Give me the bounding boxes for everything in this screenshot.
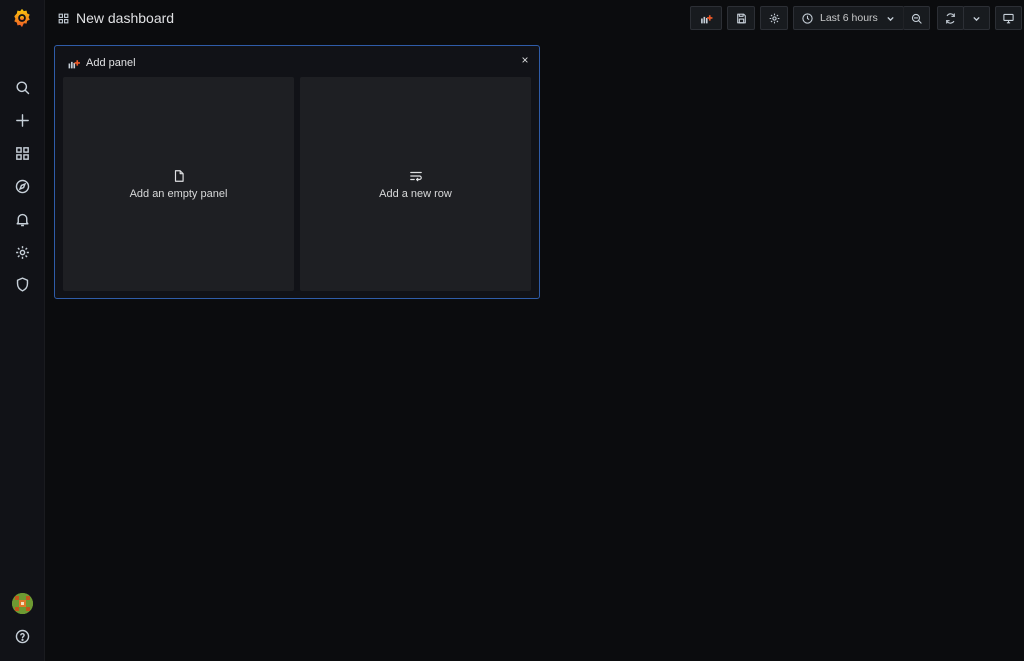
file-icon — [174, 169, 184, 182]
close-icon: × — [521, 53, 529, 67]
page-title[interactable]: New dashboard — [76, 10, 174, 26]
bell-icon[interactable] — [0, 203, 45, 235]
compass-icon[interactable] — [0, 170, 45, 202]
refresh-icon — [946, 12, 955, 24]
add-panel-title: Add panel — [86, 57, 136, 69]
zoom-out-icon — [911, 13, 922, 24]
search-icon[interactable] — [0, 71, 45, 103]
close-button[interactable]: × — [519, 54, 531, 66]
view-mode-button[interactable] — [995, 6, 1022, 30]
time-range-picker[interactable]: Last 6 hours — [793, 6, 904, 30]
gear-icon[interactable] — [0, 236, 45, 268]
side-menu — [0, 0, 45, 661]
dashboard-settings-button[interactable] — [760, 6, 788, 30]
add-empty-panel-button[interactable]: Add an empty panel — [63, 77, 294, 291]
add-panel-widget: Add panel × Add an empty panel Add a new… — [54, 45, 540, 299]
add-new-row-button[interactable]: Add a new row — [300, 77, 531, 291]
gear-icon — [769, 13, 779, 23]
clock-icon — [802, 12, 813, 24]
add-panel-icon — [68, 59, 80, 68]
chevron-down-icon — [973, 16, 980, 21]
plus-icon[interactable] — [0, 104, 45, 136]
user-avatar[interactable] — [12, 593, 33, 614]
add-panel-header: Add panel — [66, 56, 136, 70]
chevron-down-icon — [887, 16, 894, 21]
save-icon — [736, 13, 746, 23]
save-dashboard-button[interactable] — [727, 6, 755, 30]
wrap-text-icon — [409, 171, 422, 181]
refresh-button[interactable] — [937, 6, 964, 30]
dashboards-icon — [58, 13, 69, 23]
refresh-interval-dropdown[interactable] — [963, 6, 990, 30]
time-range-label: Last 6 hours — [820, 12, 878, 24]
add-new-row-label: Add a new row — [379, 187, 452, 200]
grafana-logo-icon[interactable] — [11, 7, 33, 29]
add-panel-icon — [700, 14, 712, 23]
dashboards-icon[interactable] — [0, 137, 45, 169]
shield-icon[interactable] — [0, 268, 45, 300]
dashboard-title[interactable]: New dashboard — [57, 8, 174, 28]
monitor-icon — [1003, 13, 1014, 23]
add-panel-button[interactable] — [690, 6, 722, 30]
zoom-out-button[interactable] — [903, 6, 930, 30]
add-empty-panel-label: Add an empty panel — [129, 187, 228, 200]
help-icon[interactable] — [0, 620, 45, 652]
